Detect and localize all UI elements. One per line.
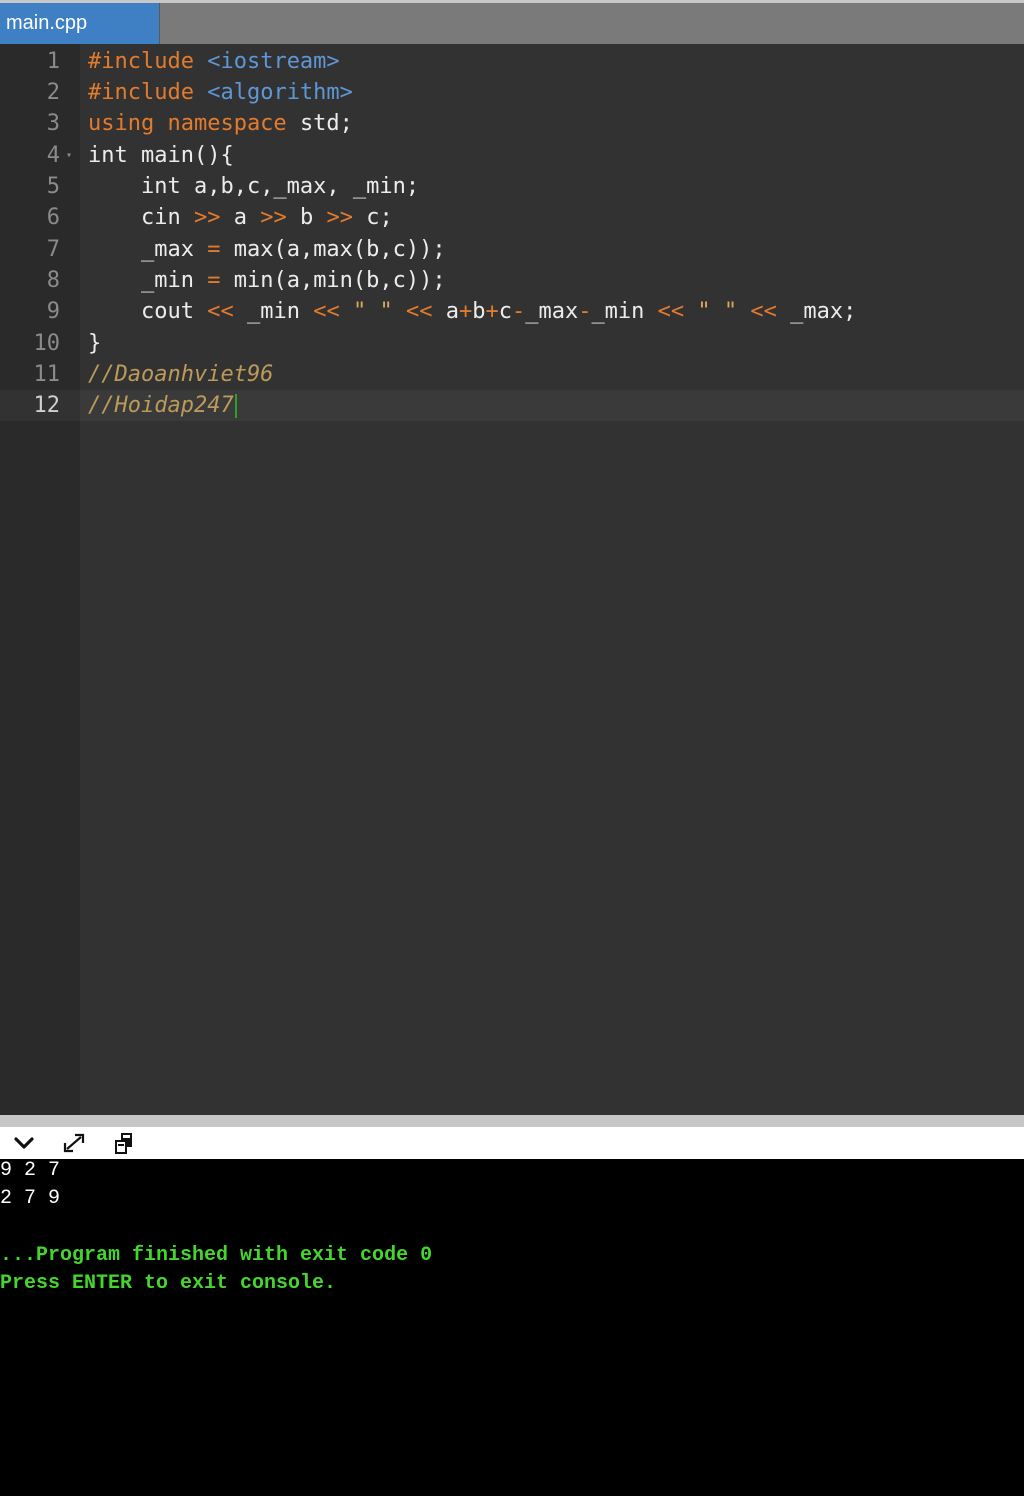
panel-splitter[interactable] xyxy=(0,1115,1024,1127)
line-number: 8 xyxy=(46,268,60,293)
line-number: 1 xyxy=(46,49,60,74)
tab-bar: main.cpp xyxy=(0,3,1024,44)
code-line-4[interactable]: int main(){ xyxy=(88,140,234,171)
line-number: 7 xyxy=(46,237,60,262)
active-line-gutter: 12 xyxy=(0,390,80,421)
fold-arrow-icon[interactable]: ▾ xyxy=(66,140,72,171)
line-number: 4 ▾ xyxy=(0,140,80,171)
console-output[interactable]: 9 2 7 2 7 9 ...Program finished with exi… xyxy=(0,1159,1024,1496)
code-line-9[interactable]: cout << _min << " " << a+b+c-_max-_min <… xyxy=(88,296,856,327)
line-number: 6 xyxy=(46,205,60,230)
code-line-8[interactable]: _min = min(a,min(b,c)); xyxy=(88,265,446,296)
code-line-12[interactable]: //Hoidap247 xyxy=(88,390,237,421)
expand-icon[interactable] xyxy=(60,1131,88,1155)
console-output-line: 2 7 9 xyxy=(0,1187,61,1210)
code-line-11[interactable]: //Daoanhviet96 xyxy=(88,359,273,390)
line-number: 10 xyxy=(33,331,61,356)
code-editor[interactable]: 1 2 3 4 ▾ 5 6 7 8 9 10 11 12 #include <io… xyxy=(0,44,1024,1115)
console-toolbar xyxy=(0,1127,1024,1159)
code-line-7[interactable]: _max = max(a,max(b,c)); xyxy=(88,234,446,265)
line-number: 5 xyxy=(46,174,60,199)
line-number: 2 xyxy=(46,80,60,105)
code-line-1[interactable]: #include <iostream> xyxy=(88,46,340,77)
copy-icon[interactable] xyxy=(110,1131,138,1155)
line-number: 11 xyxy=(33,362,61,387)
line-number-gutter: 1 2 3 4 ▾ 5 6 7 8 9 10 11 xyxy=(0,44,80,1115)
code-line-5[interactable]: int a,b,c,_max, _min; xyxy=(88,171,419,202)
chevron-down-icon[interactable] xyxy=(10,1131,38,1155)
console-status-line: ...Program finished with exit code 0 xyxy=(0,1244,433,1267)
console-prompt-line: Press ENTER to exit console. xyxy=(0,1272,337,1295)
console-output-line: 9 2 7 xyxy=(0,1159,61,1182)
tab-main-cpp[interactable]: main.cpp xyxy=(0,3,160,44)
line-number: 12 xyxy=(33,393,61,418)
code-line-2[interactable]: #include <algorithm> xyxy=(88,77,353,108)
code-line-6[interactable]: cin >> a >> b >> c; xyxy=(88,202,393,233)
line-number: 9 xyxy=(46,299,60,324)
code-line-3[interactable]: using namespace std; xyxy=(88,108,353,139)
line-number: 3 xyxy=(46,111,60,136)
text-cursor xyxy=(234,394,237,418)
code-line-10[interactable]: } xyxy=(88,328,101,359)
